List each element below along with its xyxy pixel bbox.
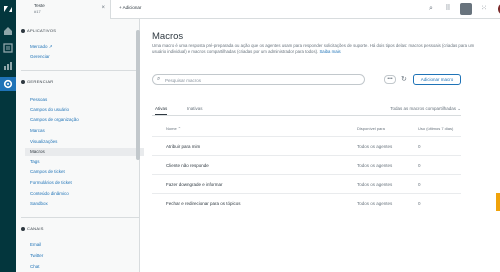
section-title: CANAIS bbox=[27, 226, 44, 231]
page-description: Uma macro é uma resposta pré-preparada o… bbox=[152, 43, 482, 55]
table-header: Nome ⌃ Disponível para Uso (últimos 7 di… bbox=[152, 126, 461, 134]
ticket-tab[interactable]: Teste #17 × bbox=[16, 0, 111, 19]
admin-sidebar: APLICATIVOS Mercado ↗ Gerenciar GERENCIA… bbox=[16, 19, 144, 272]
sidebar-item-ticket-forms[interactable]: Formulários de ticket bbox=[30, 180, 72, 185]
column-available: Disponível para bbox=[357, 126, 385, 131]
macro-available: Todos os agentes bbox=[357, 182, 393, 187]
channels-icon bbox=[21, 226, 25, 231]
sidebar-item-brands[interactable]: Marcas bbox=[30, 128, 45, 133]
apps-grid-icon[interactable]: ⁙ bbox=[479, 4, 489, 14]
main-content: Macros Uma macro é uma resposta pré-prep… bbox=[141, 19, 500, 272]
chat-icon[interactable] bbox=[460, 3, 472, 15]
page-title: Macros bbox=[152, 31, 184, 42]
macro-usage: 0 bbox=[418, 163, 421, 168]
sidebar-item-tags[interactable]: Tags bbox=[30, 159, 40, 164]
tab-title: Teste bbox=[34, 3, 45, 8]
tab-inactive[interactable]: Inativas bbox=[187, 106, 203, 111]
top-bar: Teste #17 × + Adicionar ⌕ ⠿ ⁙ bbox=[16, 0, 500, 19]
admin-nav-item[interactable] bbox=[0, 77, 16, 91]
column-usage: Uso (últimos 7 dias) bbox=[418, 126, 454, 131]
macro-name[interactable]: Fazer downgrade e informar bbox=[166, 182, 223, 187]
section-title: APLICATIVOS bbox=[27, 28, 57, 33]
search-icon[interactable]: ⌕ bbox=[426, 4, 436, 14]
divider bbox=[21, 70, 139, 71]
sidebar-item-ticket-fields[interactable]: Campos de ticket bbox=[30, 169, 65, 174]
section-channels: CANAIS bbox=[21, 226, 44, 231]
divider bbox=[21, 217, 139, 218]
macro-usage: 0 bbox=[418, 144, 421, 149]
section-title: GERENCIAR bbox=[27, 79, 54, 84]
apps-icon bbox=[21, 28, 25, 33]
sidebar-item-people[interactable]: Pessoas bbox=[30, 97, 47, 102]
sidebar-item-user-fields[interactable]: Campos do usuário bbox=[30, 107, 69, 112]
macro-name[interactable]: Fechar e redirecionar para os tópicos bbox=[166, 201, 241, 206]
sidebar-item-views[interactable]: Visualizações bbox=[30, 139, 57, 144]
macro-available: Todos os agentes bbox=[357, 163, 393, 168]
help-widget-tab[interactable] bbox=[496, 193, 500, 211]
macro-tabs: Ativas Inativas Todas as macros comparti… bbox=[152, 104, 461, 116]
macro-name[interactable]: Atribuir para mim bbox=[166, 144, 200, 149]
macro-usage: 0 bbox=[418, 182, 421, 187]
products-grid-icon[interactable]: ⠿ bbox=[443, 4, 453, 14]
tab-subtitle: #17 bbox=[34, 9, 41, 14]
close-icon[interactable]: × bbox=[101, 5, 105, 11]
manage-icon bbox=[21, 79, 25, 84]
sidebar-item-macros[interactable]: Macros bbox=[25, 148, 144, 156]
search-placeholder: Pesquisar macros bbox=[165, 77, 202, 83]
views-icon[interactable] bbox=[3, 43, 13, 53]
sidebar-item-email[interactable]: Email bbox=[30, 242, 41, 247]
zendesk-logo-icon[interactable] bbox=[3, 4, 13, 14]
table-row[interactable]: Atribuir para mim Todos os agentes 0 bbox=[152, 136, 461, 155]
sidebar-item-chat[interactable]: Chat bbox=[30, 264, 40, 269]
refresh-icon[interactable]: ↻ bbox=[401, 75, 407, 83]
search-input[interactable]: ⌕ Pesquisar macros bbox=[152, 74, 365, 85]
table-row[interactable]: Cliente não responde Todos os agentes 0 bbox=[152, 155, 461, 174]
sidebar-scrollbar[interactable] bbox=[136, 30, 140, 160]
tab-active[interactable]: Ativas bbox=[155, 106, 168, 115]
more-options-button[interactable]: ••• bbox=[384, 75, 396, 84]
column-name[interactable]: Nome ⌃ bbox=[166, 126, 181, 131]
nav-rail bbox=[0, 0, 16, 272]
table-row[interactable]: Fazer downgrade e informar Todos os agen… bbox=[152, 174, 461, 193]
search-icon: ⌕ bbox=[157, 76, 161, 82]
home-icon[interactable] bbox=[3, 26, 13, 36]
macro-usage: 0 bbox=[418, 201, 421, 206]
table-row[interactable]: Fechar e redirecionar para os tópicos To… bbox=[152, 193, 461, 212]
add-tab-button[interactable]: + Adicionar bbox=[119, 5, 141, 10]
learn-more-link[interactable]: Saiba mais bbox=[319, 49, 340, 54]
section-apps: APLICATIVOS bbox=[21, 28, 56, 33]
macro-available: Todos os agentes bbox=[357, 201, 393, 206]
sidebar-item-twitter[interactable]: Twitter bbox=[30, 253, 43, 258]
sidebar-item-org-fields[interactable]: Campos de organização bbox=[30, 117, 79, 122]
description-text: Uma macro é uma resposta pré-preparada o… bbox=[152, 43, 475, 54]
macro-name[interactable]: Cliente não responde bbox=[166, 163, 209, 168]
sidebar-item-sandbox[interactable]: Sandbox bbox=[30, 201, 48, 206]
filter-dropdown[interactable]: Todas as macros compartilhadas ⌄ bbox=[390, 106, 461, 112]
sidebar-item-marketplace[interactable]: Mercado ↗ bbox=[30, 44, 53, 50]
gear-icon bbox=[3, 79, 13, 89]
add-macro-button[interactable]: Adicionar macro bbox=[413, 74, 461, 85]
sidebar-item-dynamic-content[interactable]: Conteúdo dinâmico bbox=[30, 191, 69, 196]
sidebar-item-manage[interactable]: Gerenciar bbox=[30, 54, 50, 59]
section-manage: GERENCIAR bbox=[21, 79, 53, 84]
macro-available: Todos os agentes bbox=[357, 144, 393, 149]
reporting-icon[interactable] bbox=[3, 61, 13, 71]
